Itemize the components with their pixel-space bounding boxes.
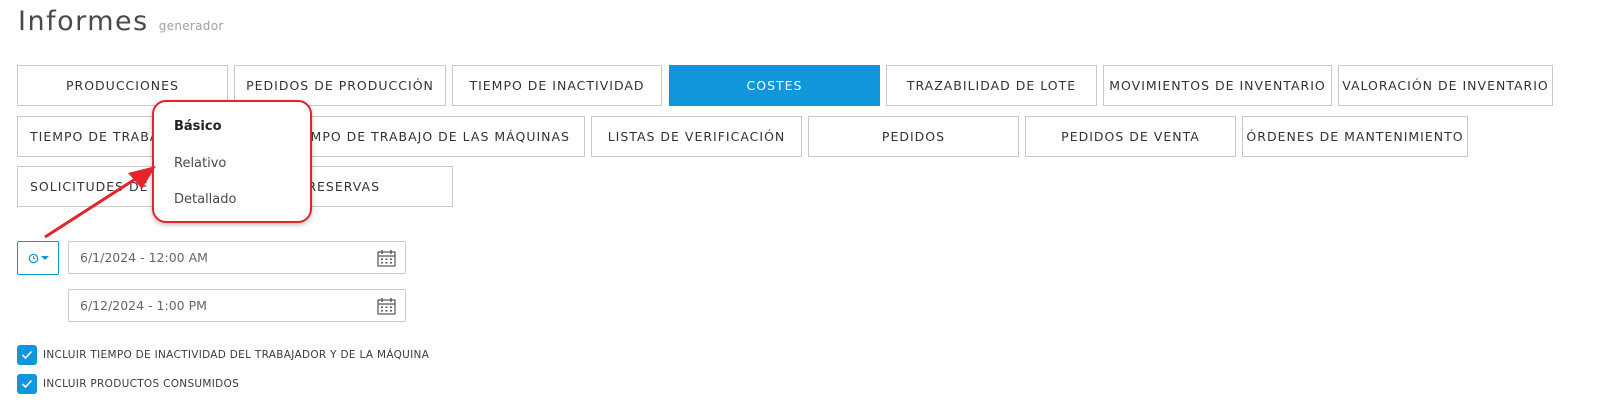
tab-pedidos[interactable]: PEDIDOS bbox=[808, 116, 1019, 157]
end-date-input[interactable] bbox=[69, 290, 369, 321]
clock-icon bbox=[28, 253, 38, 263]
option-include-consumed-products: INCLUIR PRODUCTOS CONSUMIDOS bbox=[17, 374, 239, 394]
tab-costes[interactable]: COSTES bbox=[669, 65, 880, 106]
dropdown-item-relativo[interactable]: Relativo bbox=[174, 156, 226, 171]
report-type-dropdown: Básico Relativo Detallado bbox=[152, 100, 312, 223]
page-title-text: Informes bbox=[18, 6, 149, 37]
calendar-icon[interactable] bbox=[377, 249, 396, 267]
start-date-input[interactable] bbox=[69, 242, 369, 273]
checkmark-icon bbox=[21, 379, 33, 389]
start-date-field[interactable] bbox=[68, 241, 406, 274]
checkmark-icon bbox=[21, 350, 33, 360]
range-mode-button[interactable] bbox=[17, 241, 59, 275]
tab-ordenes-de-mantenimiento[interactable]: ÓRDENES DE MANTENIMIENTO bbox=[1242, 116, 1468, 157]
tab-listas-de-verificacion[interactable]: LISTAS DE VERIFICACIÓN bbox=[591, 116, 802, 157]
page-title: Informes generador bbox=[18, 6, 224, 37]
tab-trazabilidad-de-lote[interactable]: TRAZABILIDAD DE LOTE bbox=[886, 65, 1097, 106]
include-consumed-products-checkbox[interactable] bbox=[17, 374, 37, 394]
calendar-icon[interactable] bbox=[377, 297, 396, 315]
include-idle-time-checkbox[interactable] bbox=[17, 345, 37, 365]
dropdown-item-basico[interactable]: Básico bbox=[174, 119, 222, 134]
dropdown-item-detallado[interactable]: Detallado bbox=[174, 192, 236, 207]
end-date-field[interactable] bbox=[68, 289, 406, 322]
tab-valoracion-de-inventario[interactable]: VALORACIÓN DE INVENTARIO bbox=[1338, 65, 1553, 106]
caret-down-icon bbox=[40, 256, 49, 260]
include-consumed-products-label: INCLUIR PRODUCTOS CONSUMIDOS bbox=[43, 378, 240, 390]
include-idle-time-label: INCLUIR TIEMPO DE INACTIVIDAD DEL TRABAJ… bbox=[43, 349, 430, 361]
tab-movimientos-de-inventario[interactable]: MOVIMIENTOS DE INVENTARIO bbox=[1103, 65, 1332, 106]
tab-pedidos-de-venta[interactable]: PEDIDOS DE VENTA bbox=[1025, 116, 1236, 157]
reports-page: Informes generador PRODUCCIONES PEDIDOS … bbox=[0, 0, 1624, 418]
option-include-idle-time: INCLUIR TIEMPO DE INACTIVIDAD DEL TRABAJ… bbox=[17, 345, 429, 365]
tab-tiempo-de-inactividad[interactable]: TIEMPO DE INACTIVIDAD bbox=[452, 65, 662, 106]
page-subtitle: generador bbox=[158, 19, 224, 33]
